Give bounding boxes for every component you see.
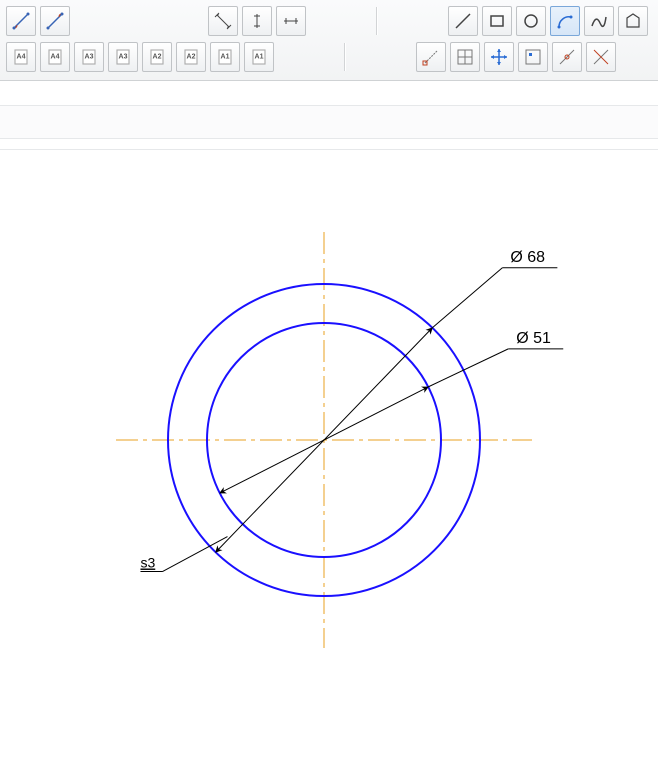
sheet-a1-2[interactable]: A1	[244, 42, 274, 72]
sheet-a3-1[interactable]: A3	[74, 42, 104, 72]
sheet-a3-2[interactable]: A3	[108, 42, 138, 72]
thickness-label: s3	[140, 555, 155, 571]
draw-polygon[interactable]	[618, 6, 648, 36]
dim-outer-leader	[432, 268, 502, 328]
snap-move[interactable]	[484, 42, 514, 72]
sheet-size-label: A2	[187, 54, 196, 61]
dim-vertical[interactable]	[242, 6, 272, 36]
toolbar-separator	[344, 43, 346, 71]
toolbar-row-2: A4 A4 A3 A3 A2 A2 A1 A1	[6, 40, 652, 74]
sheet-a2-1[interactable]: A2	[142, 42, 172, 72]
snap-endpoint[interactable]	[416, 42, 446, 72]
snap-intersect[interactable]	[450, 42, 480, 72]
sheet-size-label: A1	[255, 54, 264, 61]
draw-circle[interactable]	[516, 6, 546, 36]
toolbar-area: A4 A4 A3 A3 A2 A2 A1 A1	[0, 0, 658, 81]
sheet-size-label: A1	[221, 54, 230, 61]
sheet-size-label: A3	[119, 54, 128, 61]
dim-outer-label: Ø 68	[510, 249, 545, 266]
sheet-size-label: A3	[85, 54, 94, 61]
draw-arc[interactable]	[550, 6, 580, 36]
sheet-size-label: A4	[17, 54, 26, 61]
sheet-size-label: A2	[153, 54, 162, 61]
line-tool-b[interactable]	[40, 6, 70, 36]
sheet-a4-2[interactable]: A4	[40, 42, 70, 72]
snap-grid[interactable]	[518, 42, 548, 72]
dim-horizontal[interactable]	[276, 6, 306, 36]
drawing-canvas[interactable]: Ø 68 Ø 51 s3	[0, 149, 658, 729]
dim-linear[interactable]	[208, 6, 238, 36]
sheet-size-label: A4	[51, 54, 60, 61]
ribbon-spacer	[0, 105, 658, 139]
sheet-a1-1[interactable]: A1	[210, 42, 240, 72]
line-tool-a[interactable]	[6, 6, 36, 36]
draw-spline[interactable]	[584, 6, 614, 36]
toolbar-row-1	[6, 4, 652, 38]
toolbar-separator	[376, 7, 378, 35]
draw-rect[interactable]	[482, 6, 512, 36]
snap-line[interactable]	[552, 42, 582, 72]
draw-line[interactable]	[448, 6, 478, 36]
snap-diag[interactable]	[586, 42, 616, 72]
dim-inner-label: Ø 51	[516, 330, 551, 347]
sheet-a4-1[interactable]: A4	[6, 42, 36, 72]
sheet-a2-2[interactable]: A2	[176, 42, 206, 72]
